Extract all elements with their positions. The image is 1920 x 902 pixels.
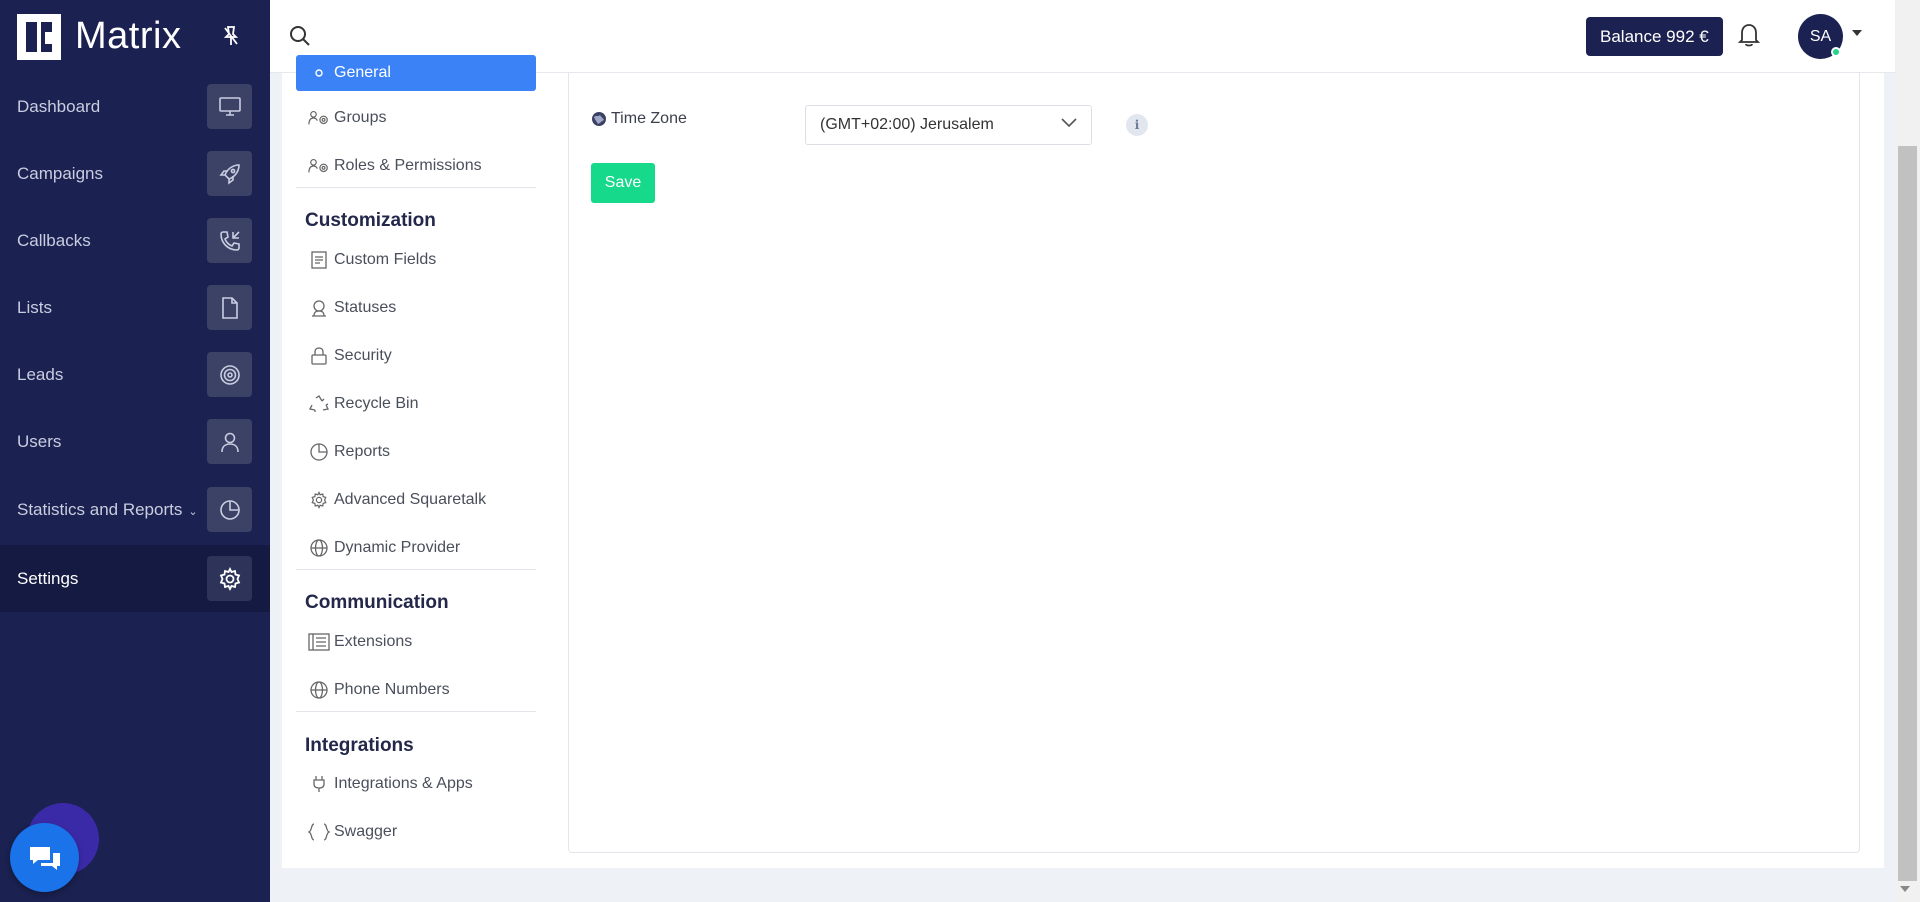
menu-label: Advanced Squaretalk xyxy=(334,491,487,508)
monitor-icon xyxy=(207,84,252,129)
settings-menu-dynamic-provider[interactable]: Dynamic Provider xyxy=(296,530,536,566)
scroll-down-arrow-icon[interactable] xyxy=(1900,886,1910,892)
sidebar-item-statistics-and-reports[interactable]: Statistics and Reports ⌄ xyxy=(0,476,270,543)
rocket-icon xyxy=(207,151,252,196)
timezone-selected-value: (GMT+02:00) Jerusalem xyxy=(820,116,994,133)
bell-icon[interactable] xyxy=(1738,22,1760,48)
settings-menu-advanced-squaretalk[interactable]: Advanced Squaretalk xyxy=(296,482,536,518)
sidebar-item-label: Lists xyxy=(17,297,52,317)
settings-menu-statuses[interactable]: Statuses xyxy=(296,290,536,326)
settings-menu-recycle-bin[interactable]: Recycle Bin xyxy=(296,386,536,422)
phone-callback-icon xyxy=(207,218,252,263)
sidebar-item-leads[interactable]: Leads xyxy=(0,341,270,408)
search-icon[interactable] xyxy=(288,24,312,48)
info-icon[interactable]: i xyxy=(1126,114,1148,136)
form-icon xyxy=(308,250,330,270)
timezone-label-text: Time Zone xyxy=(611,110,687,127)
gear-icon xyxy=(207,556,252,601)
save-button[interactable]: Save xyxy=(591,163,655,203)
sidebar-item-dashboard[interactable]: Dashboard xyxy=(0,73,270,140)
sidebar-item-settings[interactable]: Settings xyxy=(0,545,270,612)
settings-menu-reports[interactable]: Reports xyxy=(296,434,536,470)
globe-icon xyxy=(308,680,330,700)
user-icon xyxy=(207,419,252,464)
sidebar-item-campaigns[interactable]: Campaigns xyxy=(0,140,270,207)
braces-icon xyxy=(308,822,330,842)
settings-panel: Time Zone (GMT+02:00) Jerusalem i Save xyxy=(568,73,1860,853)
users-gear-icon xyxy=(308,108,330,128)
settings-menu-extensions[interactable]: Extensions xyxy=(296,624,536,660)
chevron-down-icon: ⌄ xyxy=(188,505,198,518)
lock-icon xyxy=(308,346,330,366)
caret-down-icon[interactable] xyxy=(1852,30,1862,36)
timezone-label: Time Zone xyxy=(591,110,687,128)
timezone-select[interactable]: (GMT+02:00) Jerusalem xyxy=(805,105,1092,145)
divider xyxy=(296,569,536,570)
sidebar-item-callbacks[interactable]: Callbacks xyxy=(0,207,270,274)
sidebar: Matrix Dashboard Campaigns Callbacks Lis… xyxy=(0,0,270,902)
menu-label: Reports xyxy=(334,443,391,460)
sidebar-item-users[interactable]: Users xyxy=(0,408,270,475)
menu-label: Custom Fields xyxy=(334,251,437,268)
menu-label: Groups xyxy=(334,109,387,126)
online-status-dot xyxy=(1831,47,1841,57)
scrollbar-thumb[interactable] xyxy=(1898,146,1917,881)
sidebar-item-lists[interactable]: Lists xyxy=(0,274,270,341)
settings-menu-swagger[interactable]: Swagger xyxy=(296,814,536,850)
sidebar-item-label: Campaigns xyxy=(17,163,103,183)
settings-menu-groups[interactable]: Groups xyxy=(296,100,536,136)
plug-icon xyxy=(308,774,330,794)
divider xyxy=(296,711,536,712)
target-icon xyxy=(207,352,252,397)
matrix-logo-icon xyxy=(17,13,61,60)
logo[interactable]: Matrix xyxy=(0,0,270,73)
sidebar-item-label: Callbacks xyxy=(17,230,91,250)
menu-label: Security xyxy=(334,347,392,364)
settings-menu-security[interactable]: Security xyxy=(296,338,536,374)
globe-icon xyxy=(592,112,606,126)
phone-book-icon xyxy=(308,632,330,652)
settings-menu-roles[interactable]: Roles & Permissions xyxy=(296,148,536,184)
gear-icon xyxy=(308,63,330,83)
sidebar-item-label: Dashboard xyxy=(17,96,101,116)
settings-card: General Groups Roles & Permissions Custo… xyxy=(282,55,1884,868)
menu-label: Swagger xyxy=(334,823,398,840)
gear-icon xyxy=(308,490,330,510)
menu-label: General xyxy=(334,64,391,81)
menu-label: Extensions xyxy=(334,633,413,650)
chat-widget-button[interactable] xyxy=(10,823,79,892)
section-title-integrations: Integrations xyxy=(305,735,414,756)
settings-menu-phone-numbers[interactable]: Phone Numbers xyxy=(296,672,536,708)
sidebar-item-label: Settings xyxy=(17,568,79,588)
user-status-icon xyxy=(308,298,330,318)
divider xyxy=(296,187,536,188)
menu-label: Recycle Bin xyxy=(334,395,419,412)
sidebar-item-label: Users xyxy=(17,431,62,451)
section-title-communication: Communication xyxy=(305,592,449,613)
section-title-customization: Customization xyxy=(305,210,436,231)
balance-button[interactable]: Balance 992 € xyxy=(1586,17,1723,56)
pie-chart-icon xyxy=(207,487,252,532)
globe-icon xyxy=(308,538,330,558)
file-icon xyxy=(207,285,252,330)
settings-menu-custom-fields[interactable]: Custom Fields xyxy=(296,242,536,278)
settings-menu-general[interactable]: General xyxy=(296,55,536,91)
pie-chart-icon xyxy=(308,442,330,462)
menu-label: Integrations & Apps xyxy=(334,775,473,792)
recycle-icon xyxy=(308,394,330,414)
chat-icon xyxy=(29,846,60,870)
users-gear-icon xyxy=(308,156,330,176)
menu-label: Roles & Permissions xyxy=(334,157,482,174)
menu-label: Phone Numbers xyxy=(334,681,450,698)
menu-label: Dynamic Provider xyxy=(334,539,461,556)
brand-name: Matrix xyxy=(75,15,182,57)
pin-icon[interactable] xyxy=(222,25,240,47)
chevron-down-icon xyxy=(1061,118,1077,128)
settings-menu-integrations-apps[interactable]: Integrations & Apps xyxy=(296,766,536,802)
sidebar-item-label: Leads xyxy=(17,364,64,384)
sidebar-item-label: Statistics and Reports ⌄ xyxy=(17,499,198,519)
menu-label: Statuses xyxy=(334,299,397,316)
